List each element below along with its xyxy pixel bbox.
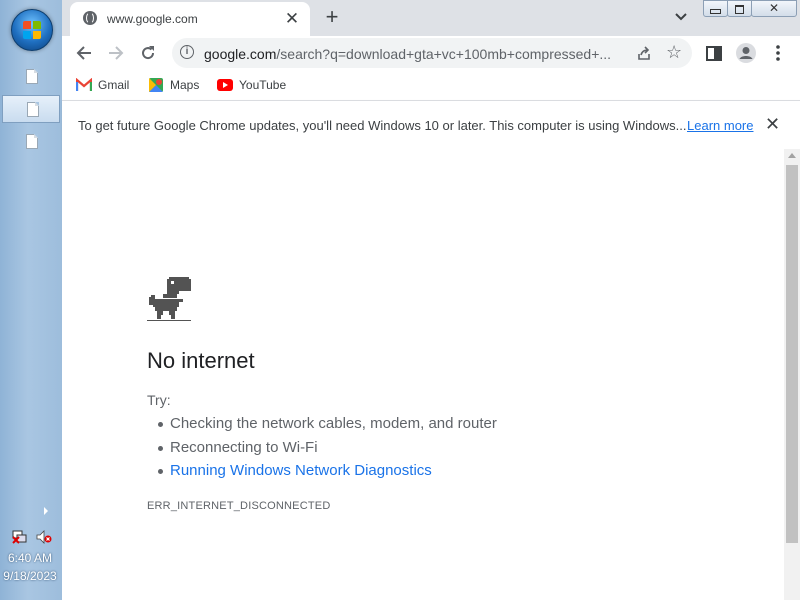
clock-time[interactable]: 6:40 AM xyxy=(0,551,60,565)
infobar-close-icon[interactable]: ✕ xyxy=(765,114,780,134)
close-icon: ✕ xyxy=(768,1,780,15)
network-diagnostics-link[interactable]: Running Windows Network Diagnostics xyxy=(158,462,432,479)
scroll-up-icon[interactable] xyxy=(788,153,796,158)
window-controls: ✕ xyxy=(703,0,799,18)
document-icon xyxy=(27,102,39,117)
toolbar: i google.com/search?q=download+gta+vc+10… xyxy=(62,36,800,70)
menu-kebab-icon[interactable] xyxy=(766,41,790,65)
windows-logo-icon xyxy=(23,21,41,39)
tab-title: www.google.com xyxy=(107,12,198,26)
infobar-message: To get future Google Chrome updates, you… xyxy=(78,118,687,133)
learn-more-link[interactable]: Learn more xyxy=(687,118,753,133)
bookmarks-bar: Gmail Maps YouTube xyxy=(62,70,800,100)
url-path: /search?q=download+gta+vc+100mb+compress… xyxy=(276,46,612,62)
clock-date[interactable]: 9/18/2023 xyxy=(0,569,60,583)
offline-dino-icon xyxy=(147,277,191,321)
document-icon xyxy=(26,134,38,149)
restore-icon xyxy=(735,5,744,14)
back-button[interactable] xyxy=(72,41,96,65)
error-code: ERR_INTERNET_DISCONNECTED xyxy=(147,500,331,512)
reload-button[interactable] xyxy=(136,41,160,65)
taskbar-item-3[interactable] xyxy=(2,128,60,156)
profile-avatar-icon[interactable] xyxy=(734,41,758,65)
forward-button[interactable] xyxy=(104,41,128,65)
network-disconnected-icon[interactable] xyxy=(12,530,28,544)
minimize-icon xyxy=(710,9,721,14)
url-host: google.com xyxy=(204,46,277,62)
tab-close-icon[interactable]: ✕ xyxy=(282,9,302,29)
bookmark-label: Maps xyxy=(170,78,200,92)
tab-search-icon[interactable] xyxy=(672,8,690,26)
start-button[interactable] xyxy=(11,9,53,51)
page-content: No internet Try: Checking the network ca… xyxy=(62,149,784,600)
error-title: No internet xyxy=(147,348,255,373)
tab-strip: www.google.com ✕ + ✕ xyxy=(62,0,800,36)
minimize-button[interactable] xyxy=(703,0,728,17)
vertical-scrollbar[interactable] xyxy=(784,149,800,600)
bookmark-gmail[interactable]: Gmail xyxy=(76,76,136,94)
close-window-button[interactable]: ✕ xyxy=(751,0,797,17)
bookmark-label: Gmail xyxy=(98,78,130,92)
volume-muted-icon[interactable] xyxy=(36,530,52,544)
gmail-icon xyxy=(76,78,92,91)
restore-button[interactable] xyxy=(727,0,752,17)
taskbar-item-chrome[interactable] xyxy=(2,95,60,123)
chrome-window: www.google.com ✕ + ✕ i google.com/search… xyxy=(62,0,800,600)
scrollbar-thumb[interactable] xyxy=(786,165,798,543)
globe-icon xyxy=(83,11,97,25)
bookmark-star-icon[interactable]: ☆ xyxy=(666,42,682,63)
windows-taskbar: 6:40 AM 9/18/2023 xyxy=(0,0,63,600)
new-tab-button[interactable]: + xyxy=(320,5,344,29)
forward-arrow-icon xyxy=(109,46,124,60)
youtube-icon xyxy=(217,79,233,91)
suggestion-item: Checking the network cables, modem, and … xyxy=(158,415,497,432)
tray-expand-icon[interactable] xyxy=(44,507,48,515)
document-icon xyxy=(26,69,38,84)
taskbar-item-1[interactable] xyxy=(2,63,60,91)
url-text[interactable]: google.com/search?q=download+gta+vc+100m… xyxy=(204,46,611,62)
address-bar[interactable]: i google.com/search?q=download+gta+vc+10… xyxy=(172,38,692,68)
tab-google[interactable]: www.google.com ✕ xyxy=(70,2,310,36)
suggestion-item: Reconnecting to Wi-Fi xyxy=(158,439,318,456)
info-icon[interactable]: i xyxy=(180,45,194,59)
back-arrow-icon xyxy=(76,46,91,60)
update-infobar: To get future Google Chrome updates, you… xyxy=(62,100,800,150)
bookmark-label: YouTube xyxy=(239,78,287,92)
bookmark-youtube[interactable]: YouTube xyxy=(217,76,291,94)
try-label: Try: xyxy=(147,392,171,408)
bookmark-maps[interactable]: Maps xyxy=(148,76,204,94)
reload-icon xyxy=(142,46,155,60)
side-panel-icon[interactable] xyxy=(702,41,726,65)
maps-icon xyxy=(149,78,163,92)
share-icon[interactable] xyxy=(636,45,652,61)
